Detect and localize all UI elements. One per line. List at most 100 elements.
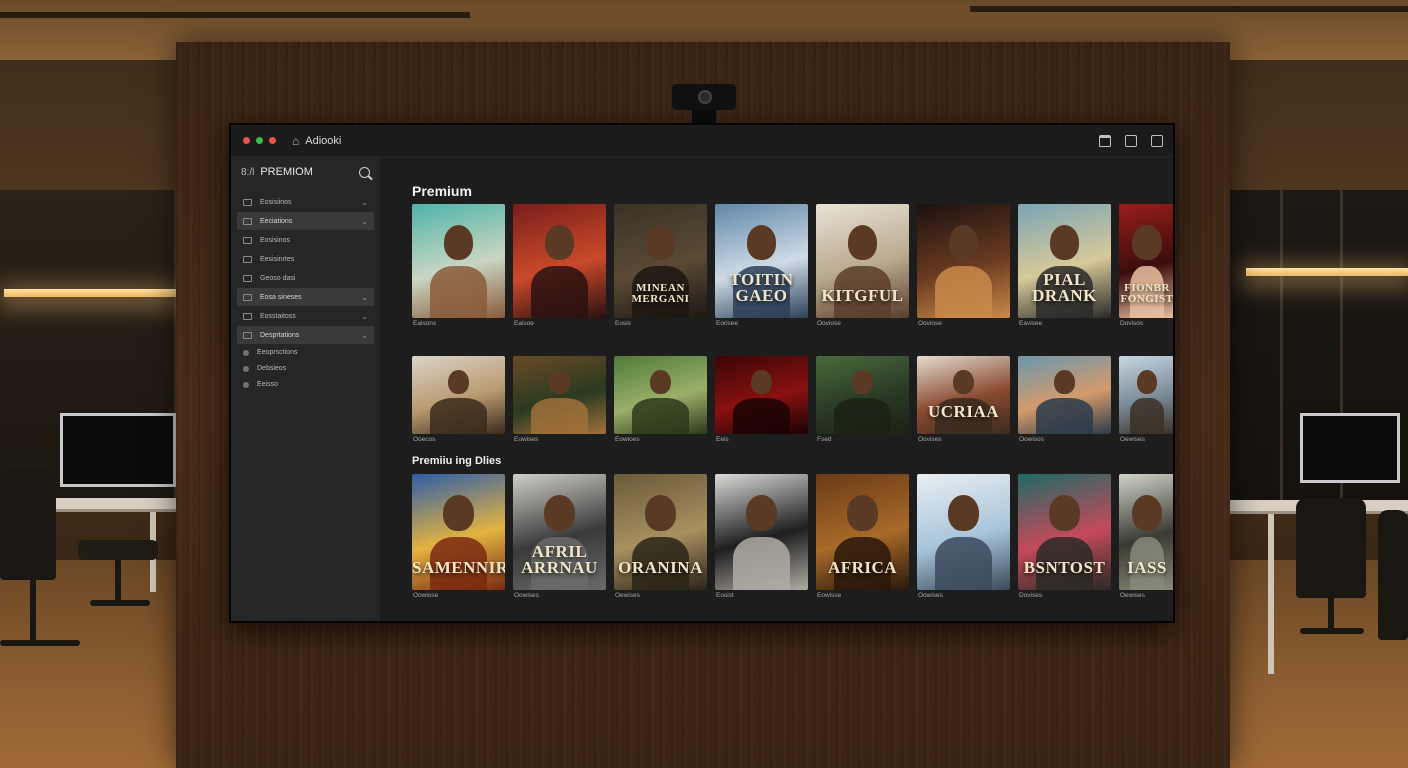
- movie-poster[interactable]: UCRIAA: [917, 356, 1010, 434]
- poster-caption[interactable]: Oewises: [615, 592, 640, 599]
- sidebar-item[interactable]: Eeisso: [237, 377, 374, 392]
- movie-poster[interactable]: TOITIN GAEO: [715, 204, 808, 318]
- poster-caption[interactable]: Eosis: [615, 320, 631, 327]
- sidebar-item-label: Debsieos: [257, 365, 287, 372]
- maximize-window-button[interactable]: [256, 137, 263, 144]
- movie-poster[interactable]: [412, 204, 505, 318]
- sidebar-item[interactable]: Eesisinrtes: [237, 250, 374, 268]
- poster-caption[interactable]: Eaisoe: [514, 320, 534, 327]
- poster-caption[interactable]: Fsed: [817, 436, 831, 443]
- poster-figure-body: [429, 265, 488, 318]
- movie-poster[interactable]: [513, 356, 606, 434]
- poster-caption[interactable]: Eeis: [716, 436, 729, 443]
- sidebar-item-label: Geoso dasi: [260, 274, 296, 282]
- poster-caption[interactable]: Oowises: [514, 592, 539, 599]
- nav-item-icon: [243, 293, 252, 301]
- movie-poster[interactable]: ORANINA: [614, 474, 707, 590]
- poster-caption[interactable]: Ooecos: [413, 436, 435, 443]
- movie-poster[interactable]: BSNTOST: [1018, 474, 1111, 590]
- poster-caption[interactable]: Eorisee: [716, 320, 738, 327]
- poster-caption[interactable]: Eosist: [716, 592, 734, 599]
- sidebar-item[interactable]: Eeoprsctions: [237, 345, 374, 360]
- movie-poster[interactable]: [715, 474, 808, 590]
- movie-poster[interactable]: [1119, 356, 1173, 434]
- home-icon[interactable]: ⌂: [292, 134, 299, 148]
- nav-item-icon: [243, 217, 252, 225]
- poster-caption[interactable]: Dovises: [1019, 592, 1042, 599]
- minimize-window-button[interactable]: [269, 137, 276, 144]
- nav-item-icon: [243, 274, 252, 282]
- poster-caption[interactable]: Eavisee: [1019, 320, 1042, 327]
- poster-caption[interactable]: Oowiose: [413, 592, 438, 599]
- movie-poster[interactable]: AFRIL ARRNAU: [513, 474, 606, 590]
- sidebar-item[interactable]: Desprtations ⌄: [237, 326, 374, 344]
- poster-caption[interactable]: Oewises: [1120, 436, 1145, 443]
- store-icon[interactable]: [1099, 134, 1111, 147]
- movie-poster[interactable]: [816, 356, 909, 434]
- poster-caption[interactable]: Eowioes: [615, 436, 640, 443]
- sidebar: 8:/l PREMIOM Eosisiinos ⌄ Eeciations ⌄ Eosis…: [231, 157, 381, 621]
- movie-poster[interactable]: [1018, 356, 1111, 434]
- main-content: Premium Premiiu ing Dlies Eaisons Eaisoe M…: [381, 157, 1173, 621]
- chevron-down-icon: ⌄: [361, 216, 368, 226]
- chevron-down-icon: ⌄: [361, 330, 368, 340]
- sidebar-item-label: Eosisiinos: [260, 198, 292, 206]
- movie-poster[interactable]: [715, 356, 808, 434]
- sidebar-item-label: Eesisinrtes: [260, 255, 295, 263]
- poster-caption[interactable]: Eowises: [514, 436, 538, 443]
- window-icon[interactable]: [1125, 134, 1137, 147]
- poster-title: SAMENNIRI: [412, 557, 505, 577]
- movie-poster[interactable]: [513, 204, 606, 318]
- poster-title: IASS: [1127, 557, 1167, 577]
- poster-caption[interactable]: Dovisos: [1120, 320, 1143, 327]
- movie-poster[interactable]: PIAL DRANK: [1018, 204, 1111, 318]
- movie-poster[interactable]: [917, 204, 1010, 318]
- section-title-second: Premiiu ing Dlies: [412, 455, 502, 467]
- download-icon[interactable]: [1151, 134, 1163, 147]
- movie-poster[interactable]: AFRICA: [816, 474, 909, 590]
- poster-caption[interactable]: Oowises: [918, 592, 943, 599]
- poster-figure-head: [746, 494, 777, 532]
- poster-figure-head: [443, 494, 474, 532]
- webcam-lens: [698, 90, 712, 104]
- poster-caption[interactable]: Ooviose: [918, 320, 942, 327]
- poster-figure-body: [429, 398, 488, 434]
- chevron-down-icon: ⌄: [361, 292, 368, 302]
- movie-poster[interactable]: MINEAN MERGANI: [614, 204, 707, 318]
- poster-title: BSNTOST: [1023, 557, 1106, 577]
- poster-caption[interactable]: Oowisos: [1019, 436, 1044, 443]
- movie-poster[interactable]: [917, 474, 1010, 590]
- movie-poster[interactable]: FIONBR FONGIST: [1119, 204, 1173, 318]
- brand-prefix: 8:/l: [241, 166, 255, 178]
- sidebar-item[interactable]: Eosa sineses ⌄: [237, 288, 374, 306]
- movie-poster[interactable]: [614, 356, 707, 434]
- poster-caption[interactable]: Ooviose: [817, 320, 841, 327]
- sidebar-item[interactable]: Debsieos: [237, 361, 374, 376]
- poster-figure-head: [443, 224, 474, 261]
- poster-title: AFRICA: [827, 557, 898, 577]
- sidebar-item[interactable]: Eosisinos: [237, 231, 374, 249]
- sidebar-item[interactable]: Eosstaitoss ⌄: [237, 307, 374, 325]
- close-window-button[interactable]: [243, 137, 250, 144]
- movie-poster[interactable]: KITGFUL: [816, 204, 909, 318]
- section-title-premium: Premium: [412, 183, 472, 199]
- sidebar-item[interactable]: Eosisiinos ⌄: [237, 193, 374, 211]
- movie-poster[interactable]: [412, 356, 505, 434]
- poster-title: AFRIL ARRNAU: [521, 541, 598, 577]
- search-icon[interactable]: [359, 166, 370, 178]
- poster-caption[interactable]: Oovises: [918, 436, 941, 443]
- movie-poster[interactable]: IASS: [1119, 474, 1173, 590]
- poster-figure-head: [1054, 370, 1075, 395]
- poster-figure-head: [1136, 370, 1158, 395]
- poster-figure-head: [1049, 494, 1080, 532]
- poster-caption[interactable]: Oewises: [1120, 592, 1145, 599]
- poster-figure-head: [847, 224, 878, 261]
- movie-poster[interactable]: SAMENNIRI: [412, 474, 505, 590]
- sidebar-item[interactable]: Geoso dasi: [237, 269, 374, 287]
- webcam-mount: [692, 110, 716, 124]
- sidebar-item[interactable]: Eeciations ⌄: [237, 212, 374, 230]
- poster-caption[interactable]: Eowisse: [817, 592, 841, 599]
- poster-caption[interactable]: Eaisons: [413, 320, 436, 327]
- window-mullion: [1280, 190, 1283, 510]
- office-chair: [1378, 510, 1408, 640]
